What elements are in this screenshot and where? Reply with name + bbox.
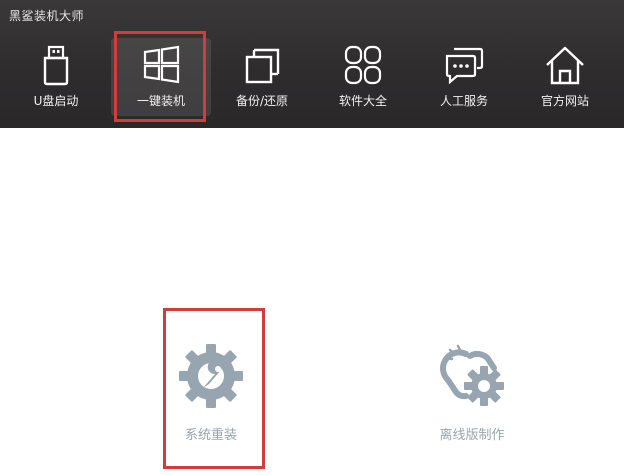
top-navigation-bar: 黑鲨装机大师 U盘启动 一键装机 备份/还原 软件大全 人工服务 官方网站 [0,0,624,128]
card-label: 系统重装 [184,428,237,443]
windows-icon [143,45,180,84]
app-title: 黑鲨装机大师 [9,9,85,23]
apps-grid-icon [344,45,382,85]
nav-item-support[interactable]: 人工服务 [414,38,514,116]
nav-item-one-click-install[interactable]: 一键装机 [111,38,211,116]
nav-label: U盘启动 [33,94,79,108]
nav-item-website[interactable]: 官方网站 [515,38,615,116]
nav-label: 备份/还原 [235,94,289,108]
nav-item-backup-restore[interactable]: 备份/还原 [212,38,312,116]
nav-label: 一键装机 [136,94,185,108]
gear-wrench-icon [179,344,243,408]
card-label: 离线版制作 [439,428,505,443]
card-system-reinstall[interactable]: 系统重装 [141,330,281,455]
home-icon [546,46,584,85]
usb-drive-icon [43,45,69,86]
card-offline-build[interactable]: 离线版制作 [402,330,542,455]
gear-link-icon [440,344,504,406]
copy-icon [245,48,280,84]
chat-bubbles-icon [445,47,484,85]
nav-item-usb-boot[interactable]: U盘启动 [6,38,106,116]
nav-label: 软件大全 [338,94,387,108]
nav-label: 人工服务 [439,94,488,108]
nav-item-software[interactable]: 软件大全 [313,38,413,116]
nav-label: 官方网站 [540,94,589,108]
